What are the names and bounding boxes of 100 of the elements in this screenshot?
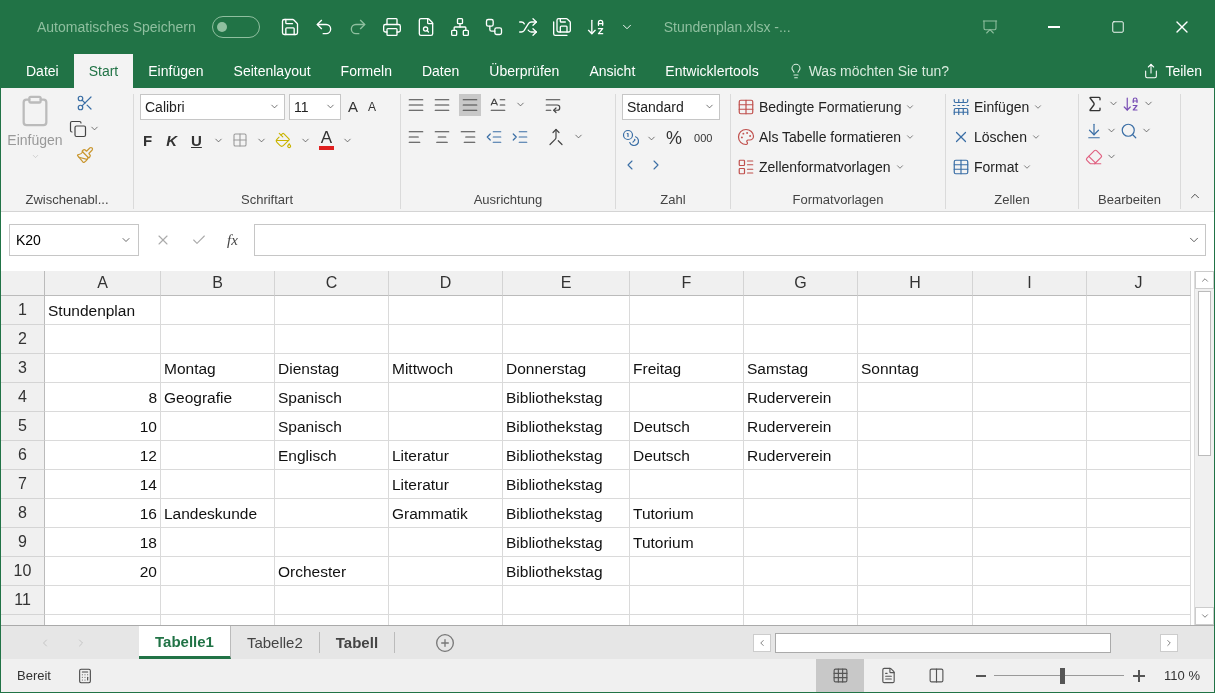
row-header[interactable]: 5 [1, 412, 45, 442]
font-size-field[interactable]: 11 [289, 93, 341, 120]
ribbon-tab[interactable]: Überprüfen [474, 53, 575, 88]
grow-font-button[interactable]: A [345, 96, 361, 118]
align-bottom-icon [459, 93, 481, 116]
italic-button[interactable]: K [163, 129, 180, 151]
border-icon [231, 132, 248, 149]
column-header[interactable]: I [973, 271, 1087, 297]
zoom-level[interactable]: 110 % [1146, 668, 1214, 683]
sheet-tab[interactable]: Tabell [319, 632, 396, 653]
row-header[interactable]: 9 [1, 528, 45, 558]
zoom-in-icon[interactable] [1132, 668, 1147, 683]
table-cell: 10 [45, 412, 161, 442]
cells-menu-button[interactable]: Format [974, 158, 1019, 175]
list-layout-icon [737, 157, 755, 176]
scroll-left-icon [757, 637, 767, 648]
sheet-tab[interactable]: Tabelle2 [230, 632, 320, 653]
font-color-button[interactable]: A [318, 130, 335, 151]
column-header[interactable]: G [744, 271, 858, 297]
row-header[interactable]: 10 [1, 557, 45, 587]
merge-icon [547, 127, 565, 146]
tell-me-field[interactable]: Was möchten Sie tun? [808, 62, 949, 79]
shrink-font-button[interactable]: A [365, 97, 380, 116]
row-header[interactable]: 7 [1, 470, 45, 500]
row-header[interactable]: 1 [1, 296, 45, 326]
table-icon [737, 97, 755, 116]
table-cell: Dienstag [275, 354, 389, 384]
share-button[interactable]: Teilen [1165, 62, 1202, 79]
table-cell: Ruderverein [744, 412, 858, 442]
save-all-icon [551, 16, 572, 37]
column-header[interactable]: C [275, 271, 389, 297]
zoom-slider-thumb[interactable] [1059, 667, 1065, 684]
table-cell: Bibliothekstag [503, 557, 630, 587]
calculator-icon [76, 667, 93, 684]
ribbon-tab[interactable]: Einfügen [133, 53, 219, 88]
ribbon-tab[interactable]: Daten [406, 53, 475, 88]
table-cell: Literatur [389, 441, 503, 471]
styles-menu-button[interactable]: Bedingte Formatierung [759, 98, 902, 115]
column-header[interactable]: D [389, 271, 503, 297]
group-label: Schriftart [240, 190, 294, 209]
ribbon-tab[interactable]: Entwicklertools [650, 53, 774, 88]
insert-rows-icon [952, 97, 970, 116]
maximize-icon [1111, 19, 1125, 34]
column-header[interactable]: J [1087, 271, 1191, 297]
minimize-icon[interactable] [1048, 25, 1060, 28]
group-label: Bearbeiten [1097, 190, 1162, 209]
row-header[interactable]: 6 [1, 441, 45, 471]
row-header[interactable]: 3 [1, 354, 45, 384]
table-cell: Deutsch [630, 412, 744, 442]
row-header[interactable]: 8 [1, 499, 45, 529]
ribbon-tab[interactable]: Seitenlayout [218, 53, 326, 88]
table-cell: Stundenplan [45, 296, 161, 326]
styles-menu-button[interactable]: Zellenformatvorlagen [759, 158, 891, 175]
page-layout-icon [879, 667, 897, 684]
workflow-icon [483, 16, 504, 37]
table-cell: Orchester [275, 557, 389, 587]
scrollbar-thumb[interactable] [775, 632, 1111, 653]
ribbon-tab[interactable]: Formeln [325, 53, 407, 88]
sheet-tab[interactable]: Tabelle1 [139, 626, 231, 659]
table-cell: Landeskunde [161, 499, 275, 529]
orientation-icon [489, 95, 507, 114]
font-name-field[interactable]: Calibri [140, 93, 285, 120]
page-break-icon [927, 667, 945, 684]
number-format-field[interactable]: Standard [622, 93, 720, 120]
name-box[interactable]: K20 [9, 224, 139, 257]
view-button[interactable] [816, 659, 865, 692]
table-cell: Bibliothekstag [503, 441, 630, 471]
column-header[interactable]: E [503, 271, 630, 297]
column-header[interactable]: A [45, 271, 161, 297]
table-cell: Grammatik [389, 499, 503, 529]
row-header[interactable]: 11 [1, 586, 45, 616]
ribbon-tab[interactable]: Datei [11, 53, 74, 88]
cells-menu-button[interactable]: Einfügen [974, 98, 1030, 115]
insert-function-button[interactable]: fx [227, 231, 238, 249]
table-cell: 14 [45, 470, 161, 500]
column-header[interactable]: H [858, 271, 973, 297]
table-icon [952, 157, 970, 176]
ribbon-tab[interactable]: Start [73, 53, 134, 88]
bold-button[interactable]: F [140, 129, 156, 151]
formula-field[interactable] [253, 224, 1206, 257]
column-header[interactable]: B [161, 271, 275, 297]
table-cell: Ruderverein [744, 383, 858, 413]
scrollbar-thumb[interactable] [1198, 291, 1211, 457]
paintbrush-icon [75, 145, 94, 164]
styles-menu-button[interactable]: Als Tabelle formatieren [759, 128, 902, 145]
vertical-scrollbar[interactable] [1194, 271, 1214, 626]
column-header[interactable]: F [630, 271, 744, 297]
row-header[interactable]: 2 [1, 325, 45, 355]
thousands-button[interactable]: 000 [691, 130, 716, 147]
zoom-out-icon[interactable] [976, 674, 987, 677]
cells-menu-button[interactable]: Löschen [974, 128, 1027, 145]
group-label: Zwischenabl... [24, 190, 110, 209]
table-cell: Samstag [744, 354, 858, 384]
sort-filter-icon [1122, 94, 1140, 113]
underline-button[interactable]: U [188, 129, 205, 151]
row-header[interactable]: 4 [1, 383, 45, 413]
currency-icon [622, 129, 640, 148]
ribbon-tab[interactable]: Ansicht [574, 53, 651, 88]
table-cell: 8 [45, 383, 161, 413]
percent-button[interactable]: % [663, 125, 685, 151]
